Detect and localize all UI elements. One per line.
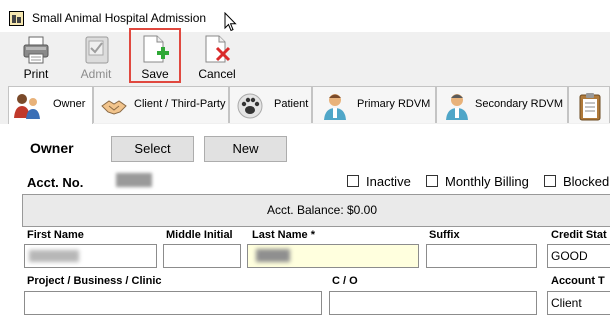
admit-label: Admit [80, 67, 112, 81]
credit-status-label: Credit Stat [551, 229, 607, 241]
middle-initial-label: Middle Initial [166, 229, 233, 241]
acct-no-value-redacted [116, 173, 152, 187]
cancel-label: Cancel [198, 67, 236, 81]
monthly-billing-label: Monthly Billing [445, 174, 529, 189]
admit-checklist-icon [85, 36, 109, 64]
first-name-value-redacted [29, 250, 79, 262]
tab-client-label: Client / Third-Party [134, 98, 226, 110]
inactive-label: Inactive [366, 174, 411, 189]
tab-secondary-rdvm[interactable]: Secondary RDVM [436, 86, 568, 123]
tab-patient[interactable]: Patient [229, 86, 312, 123]
account-balance: Acct. Balance: $0.00 [22, 194, 610, 227]
tab-primary-rdvm[interactable]: Primary RDVM [312, 86, 436, 123]
window-title: Small Animal Hospital Admission [32, 11, 207, 25]
blocked-checkbox[interactable] [544, 175, 556, 187]
paw-icon [237, 93, 263, 119]
account-type-label: Account T [551, 275, 605, 287]
cancel-document-icon [205, 35, 231, 63]
app-icon [9, 11, 24, 26]
save-button-highlight [129, 28, 181, 83]
account-type-select[interactable]: Client [547, 291, 610, 315]
project-business-clinic-field[interactable] [24, 291, 322, 315]
first-name-field[interactable] [24, 244, 157, 268]
blocked-label: Blocked [563, 174, 610, 189]
tab-secondary-rdvm-label: Secondary RDVM [475, 98, 564, 110]
first-name-label: First Name [27, 229, 84, 241]
print-button[interactable]: Print [11, 32, 61, 84]
credit-status-select[interactable]: GOOD [547, 244, 610, 268]
last-name-field[interactable] [247, 244, 419, 268]
middle-initial-field[interactable] [163, 244, 241, 268]
clipboard-icon [579, 93, 601, 121]
select-button[interactable]: Select [111, 136, 194, 162]
doctor-icon [446, 94, 468, 120]
tab-owner-label: Owner [53, 98, 86, 110]
suffix-label: Suffix [429, 229, 460, 241]
mouse-cursor-icon [224, 12, 237, 32]
tab-owner[interactable]: Owner [8, 86, 93, 125]
care-of-label: C / O [332, 275, 358, 287]
last-name-value-redacted [256, 249, 290, 262]
monthly-billing-checkbox[interactable] [426, 175, 438, 187]
tab-notes[interactable] [568, 86, 610, 123]
tab-primary-rdvm-label: Primary RDVM [357, 98, 431, 110]
doctor-icon [324, 94, 346, 120]
care-of-field[interactable] [329, 291, 537, 315]
admit-button[interactable]: Admit [71, 32, 121, 84]
tab-patient-label: Patient [274, 98, 309, 110]
print-label: Print [23, 67, 49, 81]
printer-icon [23, 36, 49, 64]
project-business-clinic-label: Project / Business / Clinic [27, 275, 162, 287]
handshake-icon [101, 100, 127, 115]
owner-section-title: Owner [30, 140, 74, 156]
cancel-button[interactable]: Cancel [192, 32, 242, 84]
new-button[interactable]: New [204, 136, 287, 162]
suffix-field[interactable] [426, 244, 537, 268]
inactive-checkbox[interactable] [347, 175, 359, 187]
last-name-label: Last Name * [252, 229, 315, 241]
tab-client-third-party[interactable]: Client / Third-Party [93, 86, 229, 123]
people-icon [14, 94, 40, 119]
acct-no-label: Acct. No. [27, 175, 84, 190]
